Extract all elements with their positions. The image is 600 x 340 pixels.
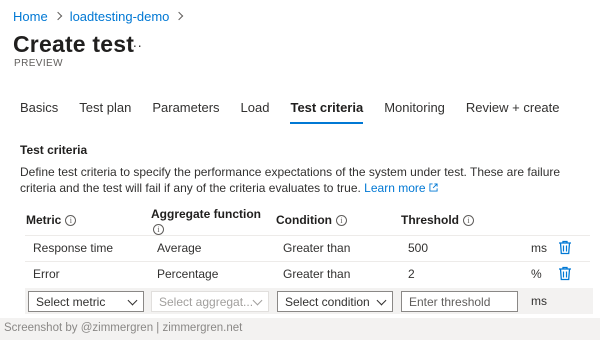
breadcrumb: Home loadtesting-demo: [13, 7, 191, 25]
preview-badge: PREVIEW: [14, 58, 63, 69]
header-condition: Condition i: [276, 213, 347, 227]
cell-condition: Greater than: [283, 267, 351, 281]
tab-parameters[interactable]: Parameters: [152, 100, 219, 124]
breadcrumb-resource-link[interactable]: loadtesting-demo: [70, 9, 170, 24]
header-metric-label: Metric: [26, 213, 62, 227]
header-condition-label: Condition: [276, 213, 332, 227]
row-divider: [25, 261, 590, 262]
header-aggregate-label: Aggregate function: [151, 207, 261, 221]
header-threshold: Threshold i: [401, 213, 475, 227]
chevron-right-icon: [175, 11, 184, 21]
cell-unit: ms: [531, 241, 547, 255]
tab-review-create[interactable]: Review + create: [466, 100, 560, 124]
info-icon[interactable]: i: [335, 214, 347, 226]
more-options-button[interactable]: ...: [128, 34, 143, 50]
cell-metric: Response time: [33, 241, 114, 255]
row-divider: [25, 235, 590, 236]
delete-icon[interactable]: [558, 266, 572, 281]
aggregate-dropdown: Select aggregat...: [151, 291, 269, 312]
metric-dropdown-value: Select metric: [36, 295, 106, 309]
tab-load[interactable]: Load: [241, 100, 270, 124]
delete-icon[interactable]: [558, 240, 572, 255]
threshold-input[interactable]: [401, 291, 518, 312]
section-title: Test criteria: [20, 143, 88, 157]
info-icon[interactable]: i: [153, 224, 164, 235]
external-link-icon: [428, 183, 438, 192]
new-row-unit: ms: [531, 294, 547, 308]
learn-more-link[interactable]: Learn more: [364, 181, 438, 195]
cell-threshold: 500: [408, 241, 429, 255]
header-threshold-label: Threshold: [401, 213, 460, 227]
metric-dropdown[interactable]: Select metric: [28, 291, 144, 312]
tab-test-plan[interactable]: Test plan: [79, 100, 131, 124]
learn-more-label[interactable]: Learn more: [364, 181, 425, 195]
tab-test-criteria[interactable]: Test criteria: [290, 100, 363, 124]
wizard-tabs: Basics Test plan Parameters Load Test cr…: [20, 100, 581, 124]
chevron-down-icon: [376, 295, 387, 306]
header-aggregate: Aggregate function i: [151, 207, 261, 235]
cell-unit: %: [531, 267, 542, 281]
cell-metric: Error: [33, 267, 60, 281]
info-icon[interactable]: i: [463, 214, 475, 226]
description-text: Define test criteria to specify the perf…: [20, 165, 561, 195]
section-description: Define test criteria to specify the perf…: [20, 164, 586, 196]
cell-aggregate: Average: [157, 241, 202, 255]
header-metric: Metric i: [26, 213, 77, 227]
page-title: Create test: [13, 31, 135, 57]
cell-threshold: 2: [408, 267, 415, 281]
breadcrumb-home-link[interactable]: Home: [13, 9, 48, 24]
screenshot-credit: Screenshot by @zimmergren | zimmergren.n…: [0, 318, 600, 340]
cell-condition: Greater than: [283, 241, 351, 255]
condition-dropdown-value: Select condition: [285, 295, 370, 309]
chevron-right-icon: [53, 11, 62, 21]
chevron-down-icon: [127, 295, 138, 306]
tab-monitoring[interactable]: Monitoring: [384, 100, 445, 124]
condition-dropdown[interactable]: Select condition: [277, 291, 393, 312]
chevron-down-icon: [252, 295, 263, 306]
cell-aggregate: Percentage: [157, 267, 219, 281]
aggregate-dropdown-value: Select aggregat...: [159, 295, 254, 309]
tab-basics[interactable]: Basics: [20, 100, 58, 124]
info-icon[interactable]: i: [65, 214, 77, 226]
